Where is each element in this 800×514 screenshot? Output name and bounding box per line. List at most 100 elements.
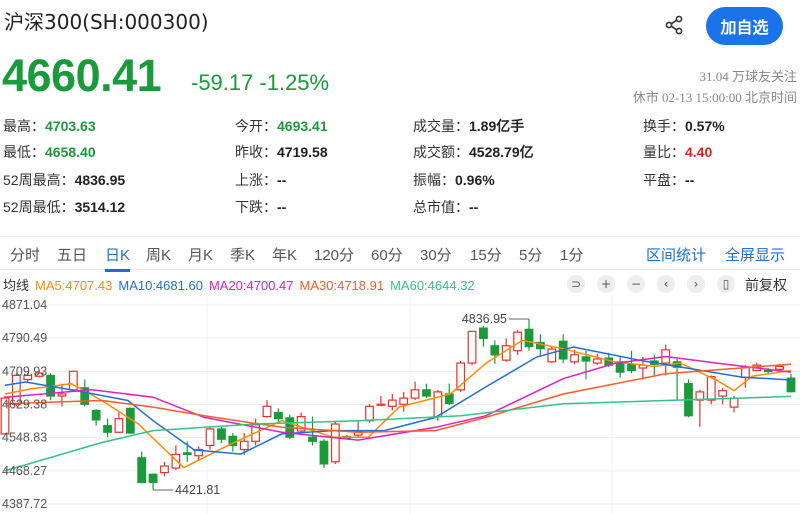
- stat-label: 成交额：: [413, 144, 469, 160]
- left-icon[interactable]: ‹: [657, 275, 675, 293]
- tab-3[interactable]: 周K: [146, 244, 171, 265]
- tab-5[interactable]: 季K: [230, 244, 255, 265]
- stat-label: 成交量：: [413, 118, 469, 134]
- tab-10[interactable]: 15分: [470, 244, 502, 265]
- stat-value: --: [685, 172, 695, 188]
- low-annotation: 4421.81: [175, 483, 220, 497]
- candle-body: [490, 345, 500, 356]
- candle: [285, 414, 295, 440]
- candle: [524, 319, 534, 351]
- candle: [194, 446, 204, 460]
- candle-body: [148, 473, 158, 484]
- stat-item: 量比：4.40: [643, 142, 712, 162]
- candle-body: [160, 465, 169, 474]
- stat-label: 下跌：: [235, 199, 277, 215]
- share-icon[interactable]: [663, 14, 685, 36]
- current-price: 4660.41: [2, 50, 162, 101]
- tab-12[interactable]: 1分: [560, 244, 583, 265]
- candle-body: [239, 440, 249, 451]
- stat-label: 振幅：: [413, 172, 455, 188]
- stat-value: 1.89亿手: [469, 118, 525, 134]
- ma-legend-item: MA60:4644.32: [390, 278, 475, 293]
- candle-body: [273, 411, 283, 420]
- undo-icon[interactable]: ⊃: [567, 275, 585, 293]
- candle: [535, 334, 545, 357]
- stat-value: 4703.63: [45, 118, 96, 134]
- candle-body: [330, 423, 340, 463]
- candle: [91, 409, 101, 426]
- candle-body: [741, 366, 750, 379]
- range-stats-link[interactable]: 区间统计: [646, 244, 706, 265]
- y-tick-label: 4709.93: [2, 364, 47, 378]
- stat-value: 4693.41: [277, 118, 328, 134]
- add-to-watchlist-button[interactable]: 加自选: [706, 7, 783, 45]
- ma-legend: 均线 MA5:4707.43 MA10:4681.60 MA20:4700.47 MA3…: [3, 275, 481, 294]
- followers-count: 31.04 万球友关注: [699, 69, 797, 84]
- candle: [217, 426, 226, 444]
- stat-item: 下跌：--: [235, 197, 286, 217]
- zoom-in-icon[interactable]: +: [597, 275, 615, 293]
- right-icon[interactable]: ›: [687, 275, 705, 293]
- candle-body: [718, 390, 728, 397]
- candle-body: [627, 363, 636, 372]
- candle-body: [319, 440, 329, 465]
- stat-item: 最低：4658.40: [3, 142, 96, 162]
- candle: [661, 344, 671, 376]
- fullscreen-link[interactable]: 全屏显示: [725, 244, 785, 265]
- candle-body: [182, 452, 192, 456]
- ma-legend-item: MA30:4718.91: [299, 278, 385, 293]
- tab-7[interactable]: 120分: [314, 244, 354, 265]
- stat-value: 0.57%: [685, 118, 725, 134]
- stat-item: 上涨：--: [235, 170, 286, 190]
- candle: [114, 412, 124, 434]
- tab-2[interactable]: 日K: [105, 244, 131, 272]
- candle-body: [467, 330, 477, 364]
- tab-6[interactable]: 年K: [272, 244, 297, 265]
- stat-label: 最高：: [3, 118, 45, 134]
- candle-body: [205, 428, 215, 447]
- candle-body: [57, 393, 67, 397]
- tab-4[interactable]: 月K: [188, 244, 213, 265]
- candle: [353, 420, 363, 438]
- y-tick-label: 4548.83: [2, 431, 47, 445]
- ma-legend-label: 均线: [3, 278, 30, 293]
- tab-11[interactable]: 5分: [519, 244, 542, 265]
- kline-chart[interactable]: 4871.04 4790.49 4709.93 4629.38 4548.83 4468.…: [0, 296, 800, 514]
- candle: [376, 396, 386, 407]
- tab-8[interactable]: 60分: [371, 244, 403, 265]
- stat-item: 换手：0.57%: [643, 116, 725, 136]
- y-tick-label: 4871.04: [2, 298, 47, 312]
- candle: [467, 330, 477, 366]
- candle: [262, 400, 272, 418]
- candle-body: [376, 403, 386, 406]
- stat-value: 4.40: [685, 144, 713, 160]
- y-tick-label: 4468.27: [2, 464, 47, 478]
- candle-body: [547, 348, 557, 363]
- candle: [672, 358, 682, 401]
- candle-body: [399, 397, 409, 405]
- stat-label: 最低：: [3, 144, 45, 160]
- candle-body: [91, 409, 101, 421]
- candle-body: [114, 418, 124, 433]
- stat-label: 52周最高：: [3, 172, 75, 188]
- candle: [68, 370, 78, 392]
- candle-icon[interactable]: ▯: [717, 275, 735, 293]
- candle-body: [433, 391, 443, 418]
- adjust-type-selector[interactable]: 前复权: [745, 275, 787, 295]
- stat-value: 4528.79亿: [469, 144, 534, 160]
- tab-0[interactable]: 分时: [10, 244, 40, 265]
- candle-body: [706, 376, 716, 401]
- y-tick-label: 4790.49: [2, 331, 47, 345]
- y-tick-label: 4387.72: [2, 497, 47, 511]
- stat-item: 振幅：0.96%: [413, 170, 495, 190]
- tab-9[interactable]: 30分: [420, 244, 452, 265]
- tab-1[interactable]: 五日: [57, 244, 87, 265]
- candle-body: [775, 365, 785, 370]
- candle-body: [365, 405, 374, 422]
- zoom-out-icon[interactable]: −: [627, 275, 645, 293]
- candle: [387, 393, 397, 411]
- candle: [592, 354, 602, 366]
- candle-body: [410, 389, 420, 399]
- candle: [330, 420, 340, 464]
- candle: [786, 373, 796, 393]
